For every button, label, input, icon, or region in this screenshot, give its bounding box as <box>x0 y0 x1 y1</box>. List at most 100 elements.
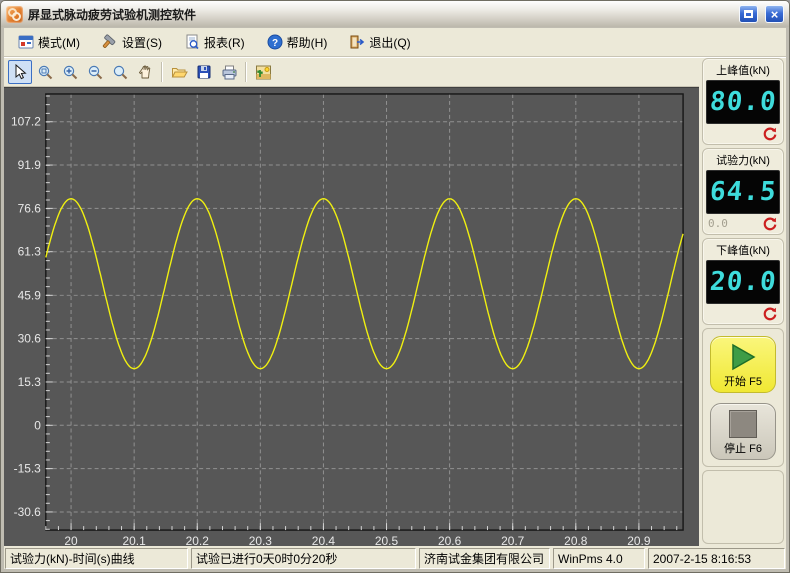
app-window: 屏显式脉动疲劳试验机测控软件 × 模式(M) <box>0 0 790 573</box>
svg-text:-30.6: -30.6 <box>14 505 42 519</box>
close-button[interactable]: × <box>765 5 784 23</box>
stop-button[interactable]: 停止 F6 <box>710 403 776 460</box>
force-time-chart[interactable]: 2020.120.220.320.420.520.620.720.820.910… <box>4 88 699 546</box>
menu-item-exit[interactable]: 退出(Q) <box>341 32 418 53</box>
toolbar-separator <box>245 62 247 82</box>
svg-text:20.7: 20.7 <box>501 534 525 546</box>
svg-text:76.6: 76.6 <box>18 201 42 215</box>
svg-text:20.5: 20.5 <box>375 534 399 546</box>
menu-item-label: 帮助(H) <box>287 34 328 51</box>
status-software-version: WinPms 4.0 <box>553 548 645 569</box>
lower-peak-label: 下峰值(kN) <box>706 241 780 260</box>
menu-bar: 模式(M) 设置(S) 报表(R) <box>4 28 786 57</box>
zoom-rect-tool-button[interactable] <box>33 60 57 84</box>
upper-peak-value: 80.0 <box>708 87 777 117</box>
print-icon <box>221 64 238 81</box>
svg-text:20.2: 20.2 <box>186 534 210 546</box>
app-icon <box>6 6 23 23</box>
zoom-out-icon <box>87 64 104 81</box>
exit-door-icon <box>349 34 365 50</box>
zoom-in-tool-button[interactable] <box>58 60 82 84</box>
open-folder-icon <box>171 64 188 81</box>
status-bar: 试验力(kN)-时间(s)曲线 试验已进行0天0时0分20秒 济南试金集团有限公… <box>4 546 786 569</box>
upper-peak-refresh-button[interactable] <box>762 126 778 142</box>
refresh-icon <box>762 126 778 142</box>
svg-text:30.6: 30.6 <box>18 332 42 346</box>
image-export-button[interactable] <box>251 60 275 84</box>
lower-peak-group: 下峰值(kN) 20.0 <box>702 238 784 325</box>
run-control-group: 开始 F5 停止 F6 <box>702 328 784 467</box>
test-force-sub-value: 0.0 <box>708 217 728 230</box>
test-force-value: 64.5 <box>708 177 777 207</box>
close-icon: × <box>771 8 779 21</box>
maximize-button[interactable] <box>739 5 758 23</box>
status-company: 济南试金集团有限公司 <box>419 548 550 569</box>
refresh-icon <box>762 216 778 232</box>
zoom-out-tool-button[interactable] <box>83 60 107 84</box>
maximize-icon <box>744 10 753 18</box>
svg-text:15.3: 15.3 <box>18 375 42 389</box>
refresh-icon <box>762 306 778 322</box>
hammer-settings-icon <box>102 34 118 50</box>
help-question-icon: ? <box>267 34 283 50</box>
upper-peak-group: 上峰值(kN) 80.0 <box>702 58 784 145</box>
stop-square-icon <box>729 410 757 438</box>
menu-item-report[interactable]: 报表(R) <box>176 32 253 53</box>
svg-text:20.6: 20.6 <box>438 534 462 546</box>
start-button[interactable]: 开始 F5 <box>710 336 776 393</box>
menu-item-label: 设置(S) <box>122 34 162 51</box>
menu-item-label: 报表(R) <box>204 34 245 51</box>
start-button-label: 开始 F5 <box>724 373 762 389</box>
svg-text:20.8: 20.8 <box>564 534 588 546</box>
menu-item-label: 退出(Q) <box>369 34 410 51</box>
menu-item-mode[interactable]: 模式(M) <box>10 32 88 53</box>
lower-peak-display: 20.0 <box>706 260 780 304</box>
svg-text:20.9: 20.9 <box>627 534 651 546</box>
status-elapsed-time: 试验已进行0天0时0分20秒 <box>191 548 416 569</box>
stop-button-label: 停止 F6 <box>724 440 762 456</box>
lower-peak-refresh-button[interactable] <box>762 306 778 322</box>
toolbar <box>4 57 699 87</box>
client-area: 模式(M) 设置(S) 报表(R) <box>4 28 786 569</box>
svg-text:?: ? <box>272 38 278 49</box>
test-force-refresh-button[interactable] <box>762 216 778 232</box>
menu-item-settings[interactable]: 设置(S) <box>94 32 170 53</box>
menu-item-help[interactable]: ? 帮助(H) <box>259 32 336 53</box>
svg-text:20.1: 20.1 <box>123 534 147 546</box>
open-button[interactable] <box>167 60 191 84</box>
chart-area[interactable]: 2020.120.220.320.420.520.620.720.820.910… <box>4 87 699 546</box>
upper-peak-label: 上峰值(kN) <box>706 61 780 80</box>
test-force-group: 试验力(kN) 64.5 0.0 <box>702 148 784 235</box>
svg-text:107.2: 107.2 <box>11 115 41 129</box>
pan-tool-button[interactable] <box>133 60 157 84</box>
toolbar-separator <box>161 62 163 82</box>
mode-window-icon <box>18 34 34 50</box>
upper-peak-display: 80.0 <box>706 80 780 124</box>
svg-text:-15.3: -15.3 <box>14 462 42 476</box>
zoom-in-icon <box>62 64 79 81</box>
svg-text:20.3: 20.3 <box>249 534 273 546</box>
window-title: 屏显式脉动疲劳试验机测控软件 <box>28 6 732 23</box>
status-curve-name: 试验力(kN)-时间(s)曲线 <box>5 548 188 569</box>
svg-text:20.4: 20.4 <box>312 534 336 546</box>
svg-text:45.9: 45.9 <box>18 288 42 302</box>
report-magnifier-icon <box>184 34 200 50</box>
print-button[interactable] <box>217 60 241 84</box>
test-force-display: 64.5 <box>706 170 780 214</box>
svg-text:0: 0 <box>34 418 41 432</box>
cursor-icon <box>12 64 28 80</box>
pan-hand-icon <box>137 64 153 80</box>
status-datetime: 2007-2-15 8:16:53 <box>648 548 785 569</box>
save-floppy-icon <box>196 64 212 80</box>
svg-text:91.9: 91.9 <box>18 158 42 172</box>
body-row: 2020.120.220.320.420.520.620.720.820.910… <box>4 57 786 546</box>
test-force-label: 试验力(kN) <box>706 151 780 170</box>
cursor-tool-button[interactable] <box>8 60 32 84</box>
zoom-reset-icon <box>112 64 129 81</box>
panel-spacer-group <box>702 470 784 544</box>
svg-text:61.3: 61.3 <box>18 245 42 259</box>
zoom-reset-tool-button[interactable] <box>108 60 132 84</box>
control-panel: 上峰值(kN) 80.0 试验力(kN) 64.5 <box>699 57 786 546</box>
play-icon <box>730 343 756 371</box>
save-button[interactable] <box>192 60 216 84</box>
